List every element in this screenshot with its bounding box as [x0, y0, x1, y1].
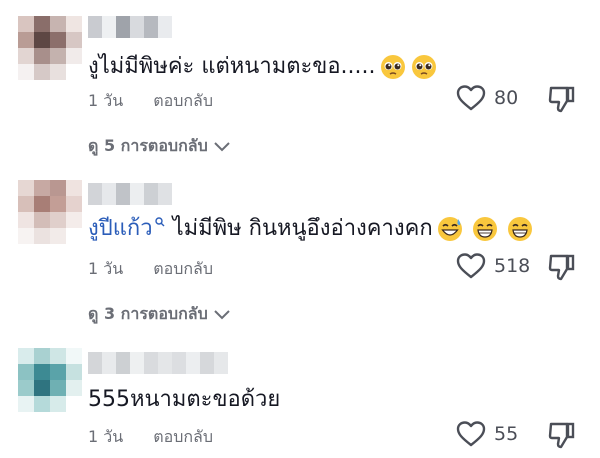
- comment-text: งูปีแก้ว ไม่มีพิษ กินหนูอึงอ่างคางคก: [88, 214, 533, 244]
- pleading-face-emoji: [380, 55, 405, 79]
- reply-button[interactable]: ตอบกลับ: [153, 425, 213, 450]
- username-redacted[interactable]: [88, 352, 228, 374]
- dislike-icon[interactable]: [547, 252, 577, 282]
- heart-icon[interactable]: [456, 84, 486, 112]
- dislike-icon[interactable]: [547, 84, 577, 114]
- reply-button[interactable]: ตอบกลับ: [153, 89, 213, 114]
- comment-text: 555หนามตะขอด้วย: [88, 385, 280, 415]
- comment-meta: 1 วัน ตอบกลับ: [88, 89, 213, 114]
- avatar[interactable]: [18, 16, 82, 80]
- view-replies-label: ดู 5 การตอบกลับ: [88, 136, 208, 155]
- username-redacted[interactable]: [88, 183, 172, 205]
- comment-meta: 1 วัน ตอบกลับ: [88, 425, 213, 450]
- like-count: 518: [494, 255, 531, 277]
- comment-time: 1 วัน: [88, 91, 124, 110]
- username-redacted[interactable]: [88, 16, 172, 38]
- avatar[interactable]: [18, 180, 82, 244]
- like-count: 55: [494, 423, 519, 445]
- heart-icon[interactable]: [456, 252, 486, 280]
- avatar[interactable]: [18, 348, 82, 412]
- reply-button[interactable]: ตอบกลับ: [153, 257, 213, 282]
- comment-text: งูไม่มีพิษค่ะ แต่หนามตะขอ.....: [88, 52, 437, 82]
- like-button[interactable]: 55: [456, 420, 518, 448]
- beaming-face-emoji: [472, 217, 497, 241]
- beaming-face-emoji: [507, 217, 532, 241]
- like-count: 80: [494, 87, 519, 109]
- keyword-link[interactable]: งูปีแก้ว: [88, 214, 153, 244]
- comment-text-plain: งูไม่มีพิษค่ะ แต่หนามตะขอ.....: [88, 54, 376, 79]
- comment-meta: 1 วัน ตอบกลับ: [88, 257, 213, 282]
- pleading-face-emoji: [411, 55, 436, 79]
- view-replies-button[interactable]: ดู 5 การตอบกลับ: [88, 134, 230, 159]
- search-icon: [154, 217, 165, 227]
- chevron-down-icon: [214, 309, 230, 319]
- comment-time: 1 วัน: [88, 427, 124, 446]
- grinning-sweat-face-emoji: [437, 217, 462, 241]
- dislike-icon[interactable]: [547, 420, 577, 450]
- like-button[interactable]: 80: [456, 84, 518, 112]
- like-button[interactable]: 518: [456, 252, 530, 280]
- heart-icon[interactable]: [456, 420, 486, 448]
- view-replies-button[interactable]: ดู 3 การตอบกลับ: [88, 302, 230, 327]
- comment-text-plain: ไม่มีพิษ กินหนูอึงอ่างคางคก: [172, 216, 433, 241]
- view-replies-label: ดู 3 การตอบกลับ: [88, 304, 208, 323]
- comment-time: 1 วัน: [88, 259, 124, 278]
- chevron-down-icon: [214, 141, 230, 151]
- comment-text-plain: 555หนามตะขอด้วย: [88, 387, 281, 412]
